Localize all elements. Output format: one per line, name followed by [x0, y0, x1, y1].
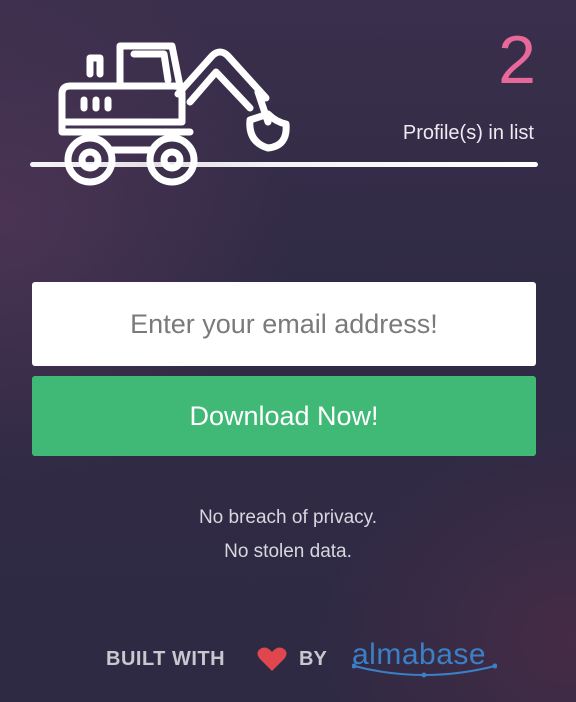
data-note: No stolen data.	[224, 541, 352, 562]
brand-arc-icon	[352, 663, 497, 678]
download-button[interactable]: Download Now!	[32, 376, 536, 456]
profile-count-label: Profile(s) in list	[402, 122, 534, 144]
built-with-label: BUILT WITH	[106, 648, 226, 670]
footer: BUILT WITH BY almabase	[0, 638, 576, 684]
heart-icon	[257, 647, 287, 671]
by-label: BY	[299, 648, 327, 670]
email-input[interactable]	[32, 282, 536, 366]
almabase-logo-link[interactable]: almabase	[352, 638, 497, 682]
profile-count: 2	[498, 22, 536, 98]
divider-line	[30, 162, 538, 167]
privacy-note: No breach of privacy.	[198, 507, 378, 528]
